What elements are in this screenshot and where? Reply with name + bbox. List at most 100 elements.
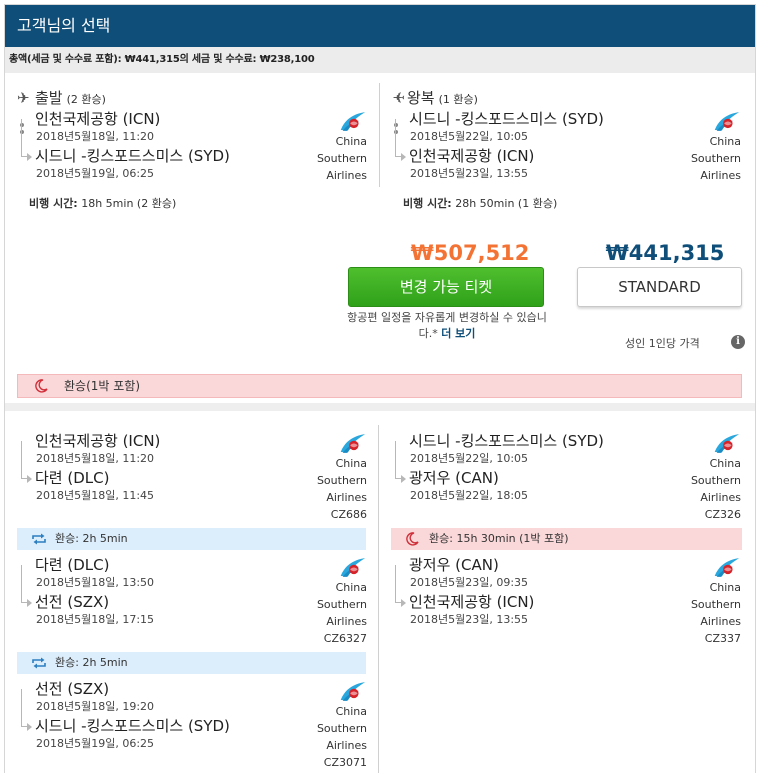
flex-fare-price: ₩507,512 bbox=[410, 241, 530, 265]
moon-icon bbox=[34, 379, 48, 393]
duration-label: 비행 시간: bbox=[403, 197, 452, 210]
china-southern-logo-icon bbox=[711, 433, 741, 454]
airline-name-line: Southern bbox=[690, 474, 741, 487]
segment-departure-time: 2018년5월23일, 09:35 bbox=[410, 576, 529, 589]
arrow-icon bbox=[401, 599, 406, 607]
arrow-icon bbox=[27, 475, 32, 483]
more-link[interactable]: 더 보기 bbox=[441, 327, 475, 340]
route-line bbox=[21, 565, 27, 603]
airline-name-line: Airlines bbox=[700, 615, 741, 628]
flight-number: CZ6327 bbox=[323, 632, 367, 645]
arrow-icon bbox=[27, 599, 32, 607]
flight-number: CZ686 bbox=[330, 508, 367, 521]
standard-fare-price: ₩441,315 bbox=[605, 241, 725, 265]
segment-origin: 다련 (DLC) bbox=[35, 556, 110, 574]
segment-arrival-time: 2018년5월22일, 18:05 bbox=[410, 489, 529, 502]
airline-name-line: Airlines bbox=[326, 615, 367, 628]
airline-info: China Southern Airlines CZ686 bbox=[307, 433, 367, 523]
airline-name-line: Southern bbox=[316, 598, 367, 611]
outbound-duration: 비행 시간: 18h 5min (2 환승) bbox=[29, 195, 176, 211]
overnight-layover-banner: 환승(1박 포함) bbox=[17, 374, 742, 398]
transfer-icon bbox=[31, 533, 47, 545]
segment-destination: 광저우 (CAN) bbox=[409, 469, 499, 487]
outbound-arrival-time: 2018년5월19일, 06:25 bbox=[36, 167, 155, 180]
layover-bar: 환승: 2h 5min bbox=[17, 652, 366, 674]
route-line bbox=[21, 119, 27, 157]
flex-ticket-button[interactable]: 변경 가능 티켓 bbox=[348, 267, 544, 307]
section-divider bbox=[5, 403, 755, 411]
selection-panel: 고객님의 선택 총액(세금 및 수수료 포함): ₩441,315의 세금 및 … bbox=[4, 4, 756, 773]
segment-origin: 선전 (SZX) bbox=[35, 680, 110, 698]
price-summary: 총액(세금 및 수수료 포함): ₩441,315의 세금 및 수수료: ₩23… bbox=[5, 47, 755, 73]
route-line bbox=[21, 441, 27, 479]
airline-name-line: Southern bbox=[690, 152, 741, 165]
airline-name-line: China bbox=[335, 135, 367, 148]
inbound-title: 왕복 bbox=[407, 89, 435, 107]
china-southern-logo-icon bbox=[711, 111, 741, 132]
airline-name-line: China bbox=[335, 581, 367, 594]
china-southern-logo-icon bbox=[711, 557, 741, 578]
flight-number: CZ326 bbox=[704, 508, 741, 521]
plane-icon: ✈ bbox=[392, 89, 405, 107]
flex-fare-note: 항공편 일정을 자유롭게 변경하실 수 있습니다.* 더 보기 bbox=[341, 310, 553, 342]
layover-text: 환승: 2h 5min bbox=[55, 656, 128, 669]
segment-departure-time: 2018년5월22일, 10:05 bbox=[410, 452, 529, 465]
segment-origin: 인천국제공항 (ICN) bbox=[35, 432, 161, 450]
route-line bbox=[395, 119, 401, 157]
airline-info: China Southern Airlines bbox=[307, 111, 367, 184]
airline-name-line: China bbox=[335, 457, 367, 470]
arrow-icon bbox=[401, 475, 406, 483]
inbound-origin: 시드니 -킹스포드스미스 (SYD) bbox=[409, 110, 604, 128]
outbound-header: ✈ 출발 (2 환승) bbox=[17, 87, 106, 108]
route-line bbox=[21, 689, 27, 727]
divider bbox=[379, 83, 380, 187]
airline-name-line: Southern bbox=[690, 598, 741, 611]
arrow-icon bbox=[27, 723, 32, 731]
duration-value: 18h 5min (2 환승) bbox=[81, 197, 177, 210]
airline-name-line: China bbox=[335, 705, 367, 718]
inbound-header: ✈ 왕복 (1 환승) bbox=[389, 87, 478, 108]
arrow-icon bbox=[27, 153, 32, 161]
outbound-departure-time: 2018년5월18일, 11:20 bbox=[36, 130, 155, 143]
segment-destination: 인천국제공항 (ICN) bbox=[409, 593, 535, 611]
segment-destination: 선전 (SZX) bbox=[35, 593, 110, 611]
airline-name-line: China bbox=[709, 135, 741, 148]
inbound-stops: (1 환승) bbox=[438, 93, 478, 106]
layover-text: 환승: 2h 5min bbox=[55, 532, 128, 545]
arrow-icon bbox=[401, 153, 406, 161]
flight-number: CZ3071 bbox=[323, 756, 367, 769]
china-southern-logo-icon bbox=[337, 111, 367, 132]
china-southern-logo-icon bbox=[337, 681, 367, 702]
route-line bbox=[395, 565, 401, 603]
flight-number: CZ337 bbox=[704, 632, 741, 645]
duration-label: 비행 시간: bbox=[29, 197, 78, 210]
layover-bar: 환승: 2h 5min bbox=[17, 528, 366, 550]
airline-name-line: Airlines bbox=[326, 169, 367, 182]
airline-name-line: Airlines bbox=[326, 739, 367, 752]
segment-arrival-time: 2018년5월18일, 11:45 bbox=[36, 489, 155, 502]
standard-ticket-button[interactable]: STANDARD bbox=[577, 267, 742, 307]
layover-text: 환승: 15h 30min (1박 포함) bbox=[429, 532, 569, 545]
outbound-origin: 인천국제공항 (ICN) bbox=[35, 110, 161, 128]
route-line bbox=[395, 441, 401, 479]
overnight-layover-bar: 환승: 15h 30min (1박 포함) bbox=[391, 528, 742, 550]
segment-arrival-time: 2018년5월19일, 06:25 bbox=[36, 737, 155, 750]
airline-name-line: Airlines bbox=[326, 491, 367, 504]
per-adult-price-label: 성인 1인당 가격 bbox=[625, 337, 700, 350]
airline-name-line: Southern bbox=[316, 474, 367, 487]
inbound-departure-time: 2018년5월22일, 10:05 bbox=[410, 130, 529, 143]
plane-icon: ✈ bbox=[17, 89, 30, 107]
inbound-duration: 비행 시간: 28h 50min (1 환승) bbox=[403, 195, 557, 211]
airline-name-line: Southern bbox=[316, 722, 367, 735]
segment-destination: 시드니 -킹스포드스미스 (SYD) bbox=[35, 717, 230, 735]
airline-info: China Southern Airlines CZ337 bbox=[681, 557, 741, 647]
airline-info: China Southern Airlines CZ6327 bbox=[307, 557, 367, 647]
segment-arrival-time: 2018년5월23일, 13:55 bbox=[410, 613, 529, 626]
segment-destination: 다련 (DLC) bbox=[35, 469, 110, 487]
info-icon[interactable]: i bbox=[731, 335, 745, 349]
airline-name-line: Airlines bbox=[700, 169, 741, 182]
outbound-stops: (2 환승) bbox=[66, 93, 106, 106]
divider bbox=[378, 425, 379, 773]
segment-origin: 시드니 -킹스포드스미스 (SYD) bbox=[409, 432, 604, 450]
outbound-destination: 시드니 -킹스포드스미스 (SYD) bbox=[35, 147, 230, 165]
